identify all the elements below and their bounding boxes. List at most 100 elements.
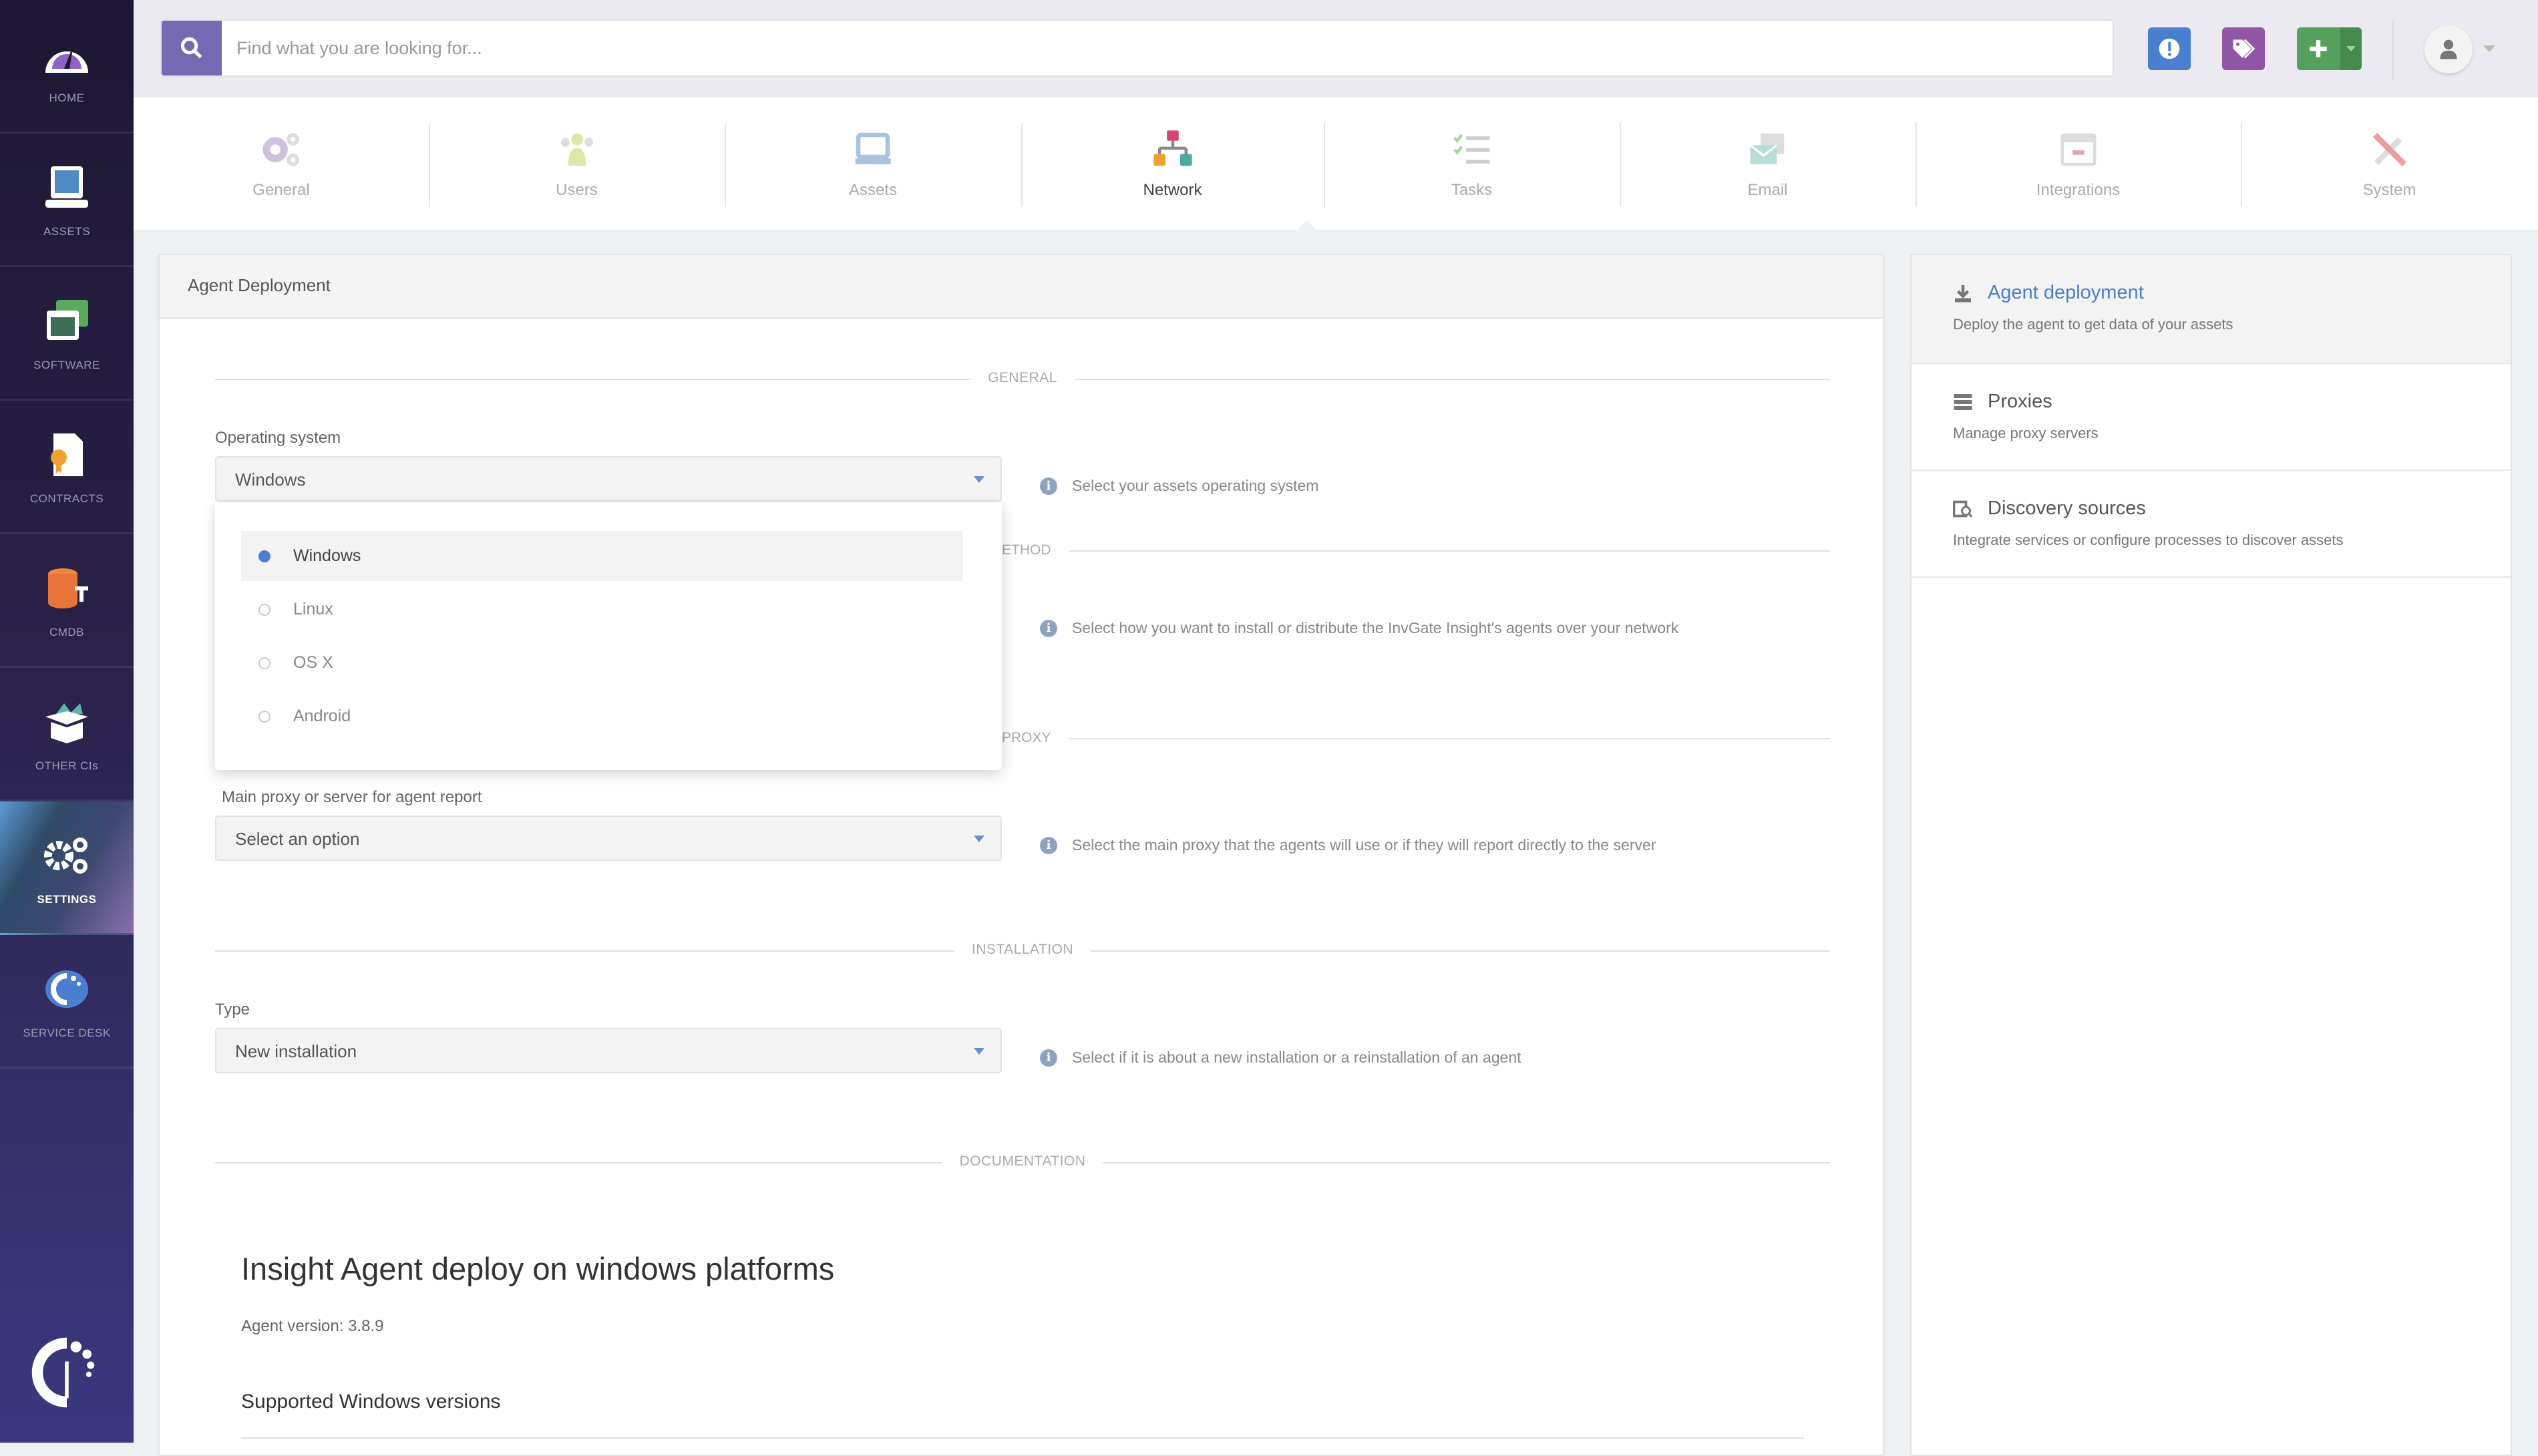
search-icon [180,37,202,59]
nav-label: SERVICE DESK [23,1026,111,1039]
submenu-desc: Deploy the agent to get data of your ass… [1953,316,2233,333]
tab-label: Assets [848,181,898,199]
proxy-select-value: Select an option [235,829,360,849]
nav-label: CMDB [49,625,85,639]
option-label: Windows [293,546,361,565]
nav-settings[interactable]: SETTINGS [0,801,134,935]
sidebar: HOME ASSETS SOFTWARE CONTRACTS CMDB OTHE… [0,0,134,1443]
os-label: Operating system [215,429,341,447]
laptop-icon [45,166,88,208]
help-text: Select if it is about a new installation… [1072,1049,1521,1066]
nav-home[interactable]: HOME [0,0,134,134]
tab-system[interactable]: System [2241,98,2538,230]
email-icon [1749,133,1784,164]
nav-label: SOFTWARE [33,358,100,371]
search-input[interactable] [222,37,2113,59]
tab-assets[interactable]: Assets [725,98,1021,230]
tab-tasks[interactable]: Tasks [1324,98,1620,230]
toolbar-divider [2392,20,2394,80]
plus-icon [2310,40,2327,57]
gears-icon [44,837,87,874]
help-text: Select the main proxy that the agents wi… [1072,836,1656,854]
os-option-windows[interactable]: Windows [241,531,963,581]
os-help: i Select your assets operating system [1040,477,1318,495]
user-menu-chevron-icon[interactable] [2483,45,2495,52]
section-method [1002,550,1830,552]
tab-label: Tasks [1451,181,1493,199]
info-icon: i [1040,477,1057,495]
section-installation: INSTALLATION [215,942,1830,958]
nav-assets[interactable]: ASSETS [0,134,134,267]
tab-users[interactable]: Users [429,98,725,230]
tab-label: Integrations [2036,181,2121,199]
search-button[interactable] [162,21,222,75]
os-option-linux[interactable]: Linux [241,584,963,634]
server-icon [1954,393,1972,410]
os-dropdown-menu: Windows Linux OS X Android [215,503,1002,770]
search-bar [160,19,2114,77]
software-window-icon [47,299,88,340]
settings-tabs: General Users Assets Network Tasks Email… [134,98,2538,230]
gauge-icon [45,44,88,73]
submenu-title: Agent deployment [1988,282,2144,303]
submenu-desc: Integrate services or configure processe… [1953,532,2344,548]
nav-label: CONTRACTS [29,492,104,505]
users-icon [560,133,593,166]
radio-selected-icon [258,550,270,562]
tab-network[interactable]: Network [1021,98,1324,230]
section-label: DOCUMENTATION [942,1153,1103,1169]
nav-other-cis[interactable]: OTHER CIs [0,668,134,801]
task-list-icon [1453,134,1489,164]
panel-title: Agent Deployment [160,255,1883,319]
tab-label: System [2362,181,2416,199]
tags-icon [2233,39,2255,59]
doc-subheading: Supported Windows versions [241,1391,501,1413]
section-label: GENERAL [970,370,1075,386]
add-dropdown-caret[interactable] [2340,27,2362,70]
doc-heading: Insight Agent deploy on windows platform… [241,1251,835,1286]
gears-icon [262,133,299,166]
tab-integrations[interactable]: Integrations [1916,98,2241,230]
tab-general[interactable]: General [134,98,429,230]
proxy-select[interactable]: Select an option [215,815,1002,861]
info-icon: i [1040,619,1057,637]
chevron-down-icon [2346,46,2356,51]
type-select[interactable]: New installation [215,1028,1002,1073]
type-select-value: New installation [235,1041,357,1061]
doc-divider [241,1437,1804,1439]
option-label: Android [293,707,351,725]
tags-button[interactable] [2222,27,2265,70]
os-select[interactable]: Windows [215,456,1002,502]
submenu-proxies[interactable]: Proxies Manage proxy servers [1912,364,2511,471]
user-avatar[interactable] [2424,25,2473,73]
submenu-discovery-sources[interactable]: Discovery sources Integrate services or … [1912,471,2511,578]
submenu-desc: Manage proxy servers [1953,425,2099,441]
nav-software[interactable]: SOFTWARE [0,267,134,401]
caret-down-icon [974,1048,984,1055]
discovery-search-icon [1953,500,1973,518]
radio-icon [258,710,270,723]
active-tab-pointer [1298,220,1316,230]
info-icon: i [1040,836,1057,854]
section-label: INSTALLATION [954,942,1091,958]
nav-contracts[interactable]: CONTRACTS [0,401,134,534]
proxy-label: Main proxy or server for agent report [222,788,482,806]
user-icon [2440,39,2457,59]
tab-label: Users [556,181,598,199]
network-icon [1153,130,1192,166]
section-general: GENERAL [215,370,1830,386]
add-new-button[interactable] [2297,27,2362,70]
network-submenu: Agent deployment Deploy the agent to get… [1910,254,2512,1456]
nav-label: SETTINGS [37,892,97,906]
os-option-android[interactable]: Android [241,691,963,741]
nav-service-desk[interactable]: SERVICE DESK [0,935,134,1069]
open-box-icon [45,703,88,743]
submenu-agent-deployment[interactable]: Agent deployment Deploy the agent to get… [1912,255,2511,364]
tab-label: Network [1143,181,1202,199]
option-label: OS X [293,653,333,672]
tab-email[interactable]: Email [1620,98,1916,230]
alerts-button[interactable] [2148,27,2191,70]
os-option-osx[interactable]: OS X [241,638,963,688]
nav-cmdb[interactable]: CMDB [0,534,134,668]
nav-label: ASSETS [43,224,91,238]
